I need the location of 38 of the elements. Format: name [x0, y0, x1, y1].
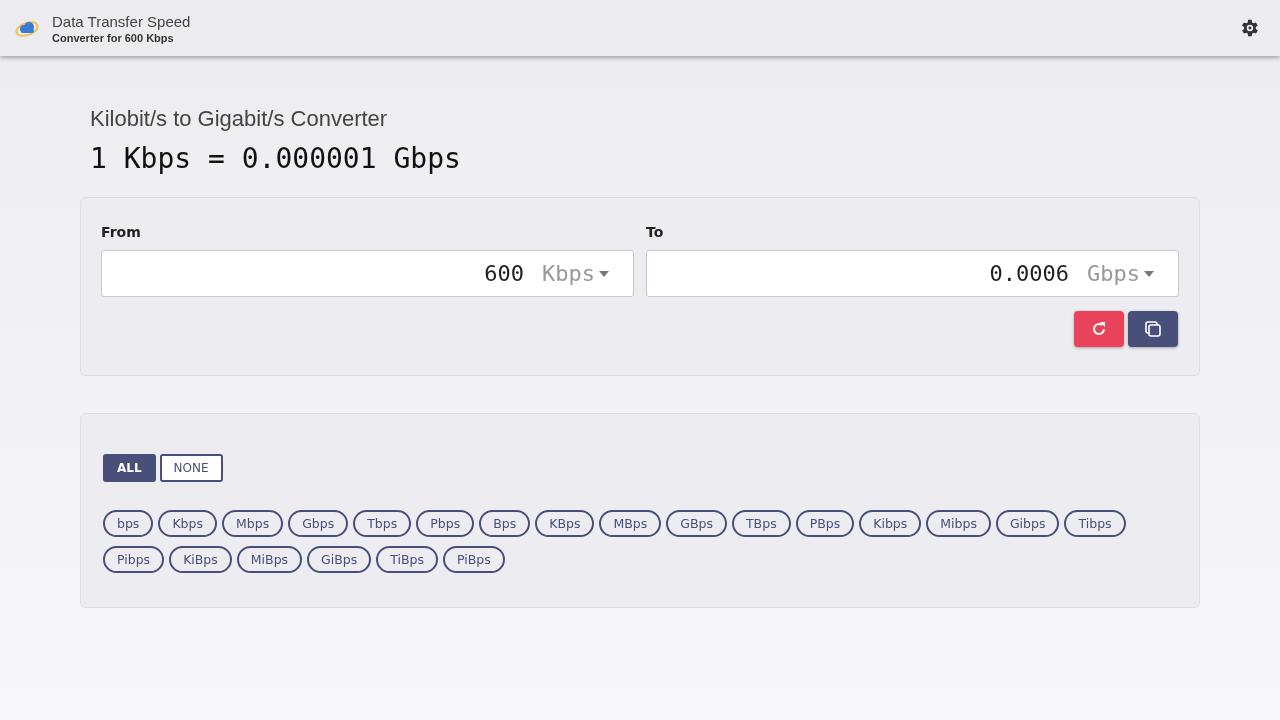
- unit-chip[interactable]: Kibps: [859, 510, 922, 537]
- unit-chip[interactable]: KBps: [535, 510, 595, 537]
- field-label: From: [101, 224, 141, 240]
- unit-chip[interactable]: PiBps: [443, 546, 505, 573]
- unit-chip[interactable]: Tibps: [1064, 510, 1126, 537]
- unit-chip[interactable]: KiBps: [169, 546, 232, 573]
- unit-chip[interactable]: MBps: [599, 510, 662, 537]
- unit-chip[interactable]: Mbps: [222, 510, 284, 537]
- unit-chip[interactable]: GBps: [666, 510, 727, 537]
- value-field[interactable]: 600 Kbps: [101, 250, 634, 297]
- unit-chip[interactable]: bps: [103, 510, 154, 537]
- refresh-icon: [1090, 320, 1108, 338]
- caret-icon: [599, 270, 609, 277]
- unit-chip[interactable]: PBps: [795, 510, 855, 537]
- unit-chip[interactable]: Gibps: [995, 510, 1060, 537]
- app-title: Data Transfer Speed: [52, 12, 192, 30]
- copy-icon: [1144, 320, 1162, 338]
- converter-title: Kilobit/s to Gigabit/s Converter: [90, 106, 389, 132]
- unit-chip[interactable]: GiBps: [307, 546, 372, 573]
- caret-icon: [1144, 270, 1154, 277]
- reset-button[interactable]: [1074, 311, 1124, 347]
- filter-toggle-button[interactable]: ALL: [103, 454, 156, 482]
- unit-chip[interactable]: Kbps: [158, 510, 217, 537]
- unit-chip[interactable]: Bps: [479, 510, 531, 537]
- unit-chip[interactable]: Pbps: [416, 510, 475, 537]
- unit-chip[interactable]: TiBps: [376, 546, 439, 573]
- conversion-equation: 1 Kbps = 0.000001 Gbps: [90, 142, 462, 175]
- unit-chip[interactable]: Pibps: [103, 546, 165, 573]
- unit-chip[interactable]: MiBps: [236, 546, 303, 573]
- copy-button[interactable]: [1128, 311, 1178, 347]
- app-subtitle: Converter for 600 Kbps: [52, 31, 175, 44]
- field-label: To: [646, 224, 664, 240]
- filter-toggle-button[interactable]: NONE: [159, 454, 223, 482]
- value-field[interactable]: 0.0006 Gbps: [646, 250, 1179, 297]
- unit-chip[interactable]: Gbps: [288, 510, 349, 537]
- unit-chip[interactable]: Mibps: [926, 510, 991, 537]
- unit-chip[interactable]: TBps: [732, 510, 791, 537]
- unit-chip[interactable]: Tbps: [353, 510, 412, 537]
